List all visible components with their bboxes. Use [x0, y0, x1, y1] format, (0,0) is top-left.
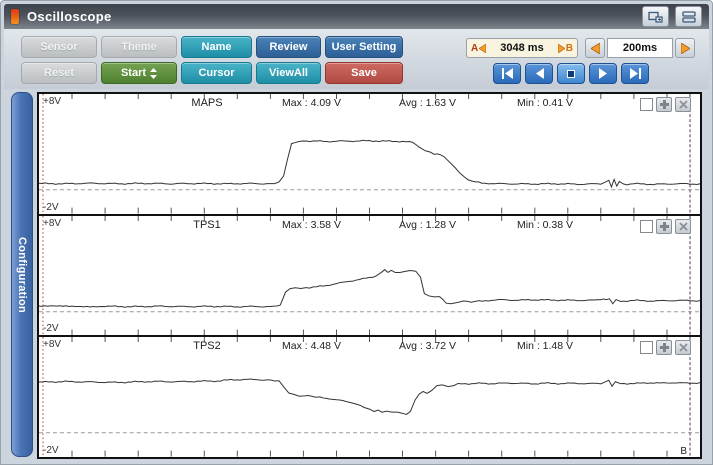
close-icon: [679, 100, 688, 109]
name-button[interactable]: Name: [181, 36, 252, 58]
waveform-path: [39, 269, 700, 307]
channel-checkbox[interactable]: [640, 98, 653, 111]
stacked-bars-icon: [682, 11, 696, 23]
range-top-label: +8V: [43, 339, 61, 350]
plot-container: +8V MAPS Max : 4.09 V Avg : 1.63 V Min :…: [37, 92, 702, 459]
avg-value: Avg : 1.63 V: [399, 97, 456, 109]
avg-value: Avg : 1.28 V: [399, 219, 456, 231]
configuration-tab-label: Configuration: [16, 237, 28, 313]
play-icon: [598, 68, 609, 79]
range-top-label: +8V: [43, 218, 61, 229]
range-bottom-label: -2V: [43, 323, 59, 334]
plus-icon: [660, 100, 669, 109]
channel-name: TPS1: [167, 219, 247, 231]
channel-checkbox[interactable]: [640, 341, 653, 354]
min-value: Min : 0.38 V: [517, 219, 573, 231]
window-title: Oscilloscope: [27, 9, 112, 24]
window-export-button[interactable]: [642, 6, 669, 27]
window-layout-button[interactable]: [675, 6, 702, 27]
stop-button[interactable]: [557, 63, 585, 84]
channel-checkbox[interactable]: [640, 220, 653, 233]
scope-area: Configuration +8V MAPS Max : 4.09 V Avg …: [1, 89, 712, 464]
step-back-button[interactable]: [525, 63, 553, 84]
channel-name: TPS2: [167, 340, 247, 352]
plus-icon: [660, 222, 669, 231]
tick-marks: [72, 337, 667, 457]
channel-plot: [39, 337, 700, 457]
channel-tps1: +8V TPS1 Max : 3.58 V Avg : 1.28 V Min :…: [39, 216, 700, 338]
arrow-left-icon: [591, 43, 600, 54]
channel-tps2: +8V TPS2 Max : 4.48 V Avg : 3.72 V Min :…: [39, 337, 700, 457]
channel-plot: [39, 94, 700, 214]
viewall-button[interactable]: ViewAll: [256, 62, 321, 84]
sensor-button[interactable]: Sensor: [21, 36, 97, 58]
skip-end-icon: [629, 68, 642, 79]
reset-button[interactable]: Reset: [21, 62, 97, 84]
waveform-path: [39, 140, 700, 187]
skip-end-button[interactable]: [621, 63, 649, 84]
skip-start-button[interactable]: [493, 63, 521, 84]
channel-zoom-button[interactable]: [656, 97, 672, 112]
max-value: Max : 4.48 V: [282, 340, 341, 352]
range-bottom-label: -2V: [43, 202, 59, 213]
avg-value: Avg : 3.72 V: [399, 340, 456, 352]
cursor-a-control[interactable]: A: [471, 43, 486, 54]
spinner-updown-icon: [150, 68, 157, 79]
channel-plot: [39, 216, 700, 336]
title-bar: Oscilloscope: [4, 4, 709, 29]
arrow-right-icon: [681, 43, 690, 54]
channel-zoom-button[interactable]: [656, 219, 672, 234]
step-back-icon: [534, 68, 545, 79]
cursor-button[interactable]: Cursor: [181, 62, 252, 84]
app-icon: [11, 9, 19, 24]
cursor-a-label: A: [471, 43, 478, 54]
cursor-b-tag: B: [680, 446, 687, 457]
play-button[interactable]: [589, 63, 617, 84]
window-export-icon: [648, 11, 663, 23]
channel-name: MAPS: [167, 97, 247, 109]
max-value: Max : 3.58 V: [282, 219, 341, 231]
close-icon: [679, 222, 688, 231]
channel-zoom-button[interactable]: [656, 340, 672, 355]
channel-close-button[interactable]: [675, 97, 691, 112]
timebase-increase-button[interactable]: [675, 38, 695, 58]
stop-icon: [565, 68, 577, 80]
save-button[interactable]: Save: [325, 62, 403, 84]
theme-button[interactable]: Theme: [101, 36, 177, 58]
cursor-b-label-control: B: [566, 43, 573, 54]
start-button-label: Start: [121, 67, 146, 79]
user-setting-button[interactable]: User Setting: [325, 36, 403, 58]
waveform-path: [39, 379, 700, 414]
tick-marks: [72, 216, 667, 336]
start-button[interactable]: Start: [101, 62, 177, 84]
configuration-tab[interactable]: Configuration: [11, 92, 33, 457]
tick-marks: [72, 94, 667, 214]
range-top-label: +8V: [43, 96, 61, 107]
close-icon: [679, 343, 688, 352]
oscilloscope-window: Oscilloscope Sensor Theme Name Revi: [0, 0, 713, 465]
cursor-b-control[interactable]: B: [558, 43, 573, 54]
max-value: Max : 4.09 V: [282, 97, 341, 109]
min-value: Min : 0.41 V: [517, 97, 573, 109]
plus-icon: [660, 343, 669, 352]
channel-close-button[interactable]: [675, 219, 691, 234]
channel-maps: +8V MAPS Max : 4.09 V Avg : 1.63 V Min :…: [39, 94, 700, 216]
ab-range-box: A 3048 ms B: [466, 38, 578, 58]
skip-start-icon: [501, 68, 514, 79]
timebase-value: 200ms: [607, 38, 673, 58]
arrow-left-icon: [479, 44, 486, 53]
toolbar: Sensor Theme Name Review User Setting Re…: [4, 29, 709, 89]
review-button[interactable]: Review: [256, 36, 321, 58]
ab-range-value: 3048 ms: [500, 42, 543, 54]
timebase-decrease-button[interactable]: [585, 38, 605, 58]
transport-controls: [493, 63, 649, 84]
range-bottom-label: -2V: [43, 445, 59, 456]
channel-close-button[interactable]: [675, 340, 691, 355]
min-value: Min : 1.48 V: [517, 340, 573, 352]
arrow-right-icon: [558, 44, 565, 53]
